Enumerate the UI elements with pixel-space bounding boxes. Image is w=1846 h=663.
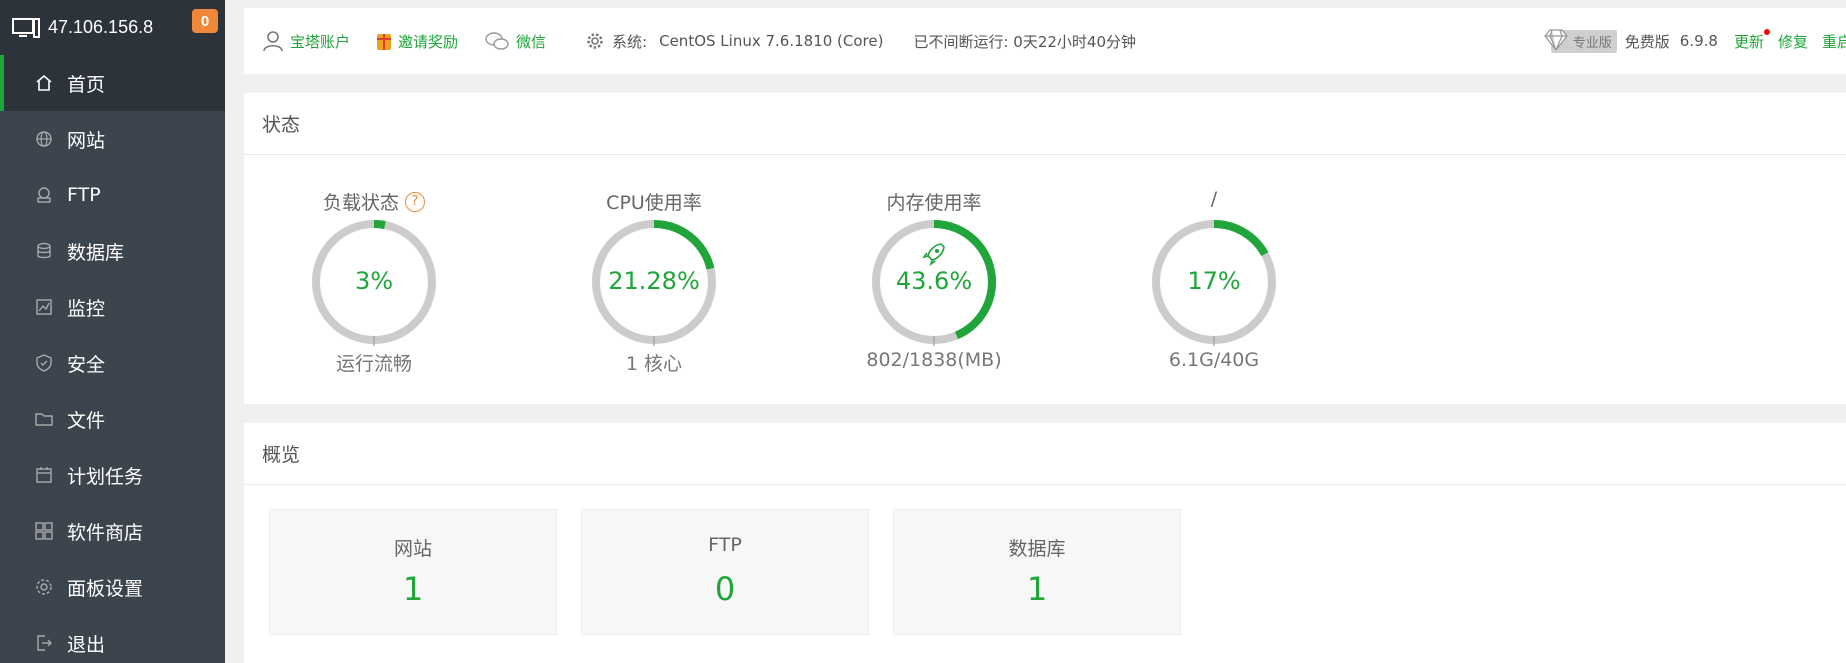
- wechat-link[interactable]: 微信: [484, 31, 546, 52]
- wechat-icon: [485, 32, 509, 50]
- topbar-right: 专业版 免费版 6.9.8 更新 修复 重启: [1543, 8, 1846, 74]
- sidebar: 47.106.156.8 0 首页 网站 FTP 数据库 监控 安全 文件 计划…: [0, 0, 225, 663]
- update-dot: [1763, 28, 1770, 35]
- gauge-title: CPU使用率: [606, 192, 702, 214]
- card-title: 网站: [393, 538, 432, 560]
- system-value: CentOS Linux 7.6.1810 (Core): [659, 32, 884, 50]
- sidebar-item-website[interactable]: 网站: [0, 111, 225, 167]
- user-icon: [263, 31, 283, 52]
- status-panel: 状态 负载状态? 3% 运行流畅 CPU使用率 21.28% 1 核心 内存使用…: [244, 93, 1846, 404]
- card-title: FTP: [708, 534, 742, 556]
- free-edition: 免费版: [1624, 32, 1670, 51]
- gauge-title-text: 负载状态: [322, 192, 399, 214]
- calendar-icon: [34, 465, 54, 485]
- sidebar-item-files[interactable]: 文件: [0, 391, 225, 447]
- sidebar-item-label: 面板设置: [67, 577, 144, 600]
- database-icon: [34, 241, 54, 261]
- card-value: 1: [1026, 570, 1048, 608]
- help-icon[interactable]: ?: [405, 191, 425, 212]
- top-bar: 宝塔账户 邀请奖励 微信 系统: CentOS Linux 7.6.1810 (…: [244, 8, 1846, 74]
- sidebar-item-security[interactable]: 安全: [0, 335, 225, 391]
- shield-icon: [34, 353, 54, 373]
- sidebar-item-monitor[interactable]: 监控: [0, 279, 225, 335]
- sidebar-item-label: 文件: [67, 409, 106, 432]
- gauge-title: 负载状态?: [284, 188, 464, 215]
- gauge-value: 3%: [354, 267, 394, 295]
- card-databases[interactable]: 数据库 1: [893, 509, 1181, 635]
- sidebar-item-logout[interactable]: 退出: [0, 615, 225, 663]
- monitor-icon: [12, 17, 40, 38]
- gear-icon: [587, 33, 603, 49]
- sidebar-item-label: 数据库: [67, 241, 125, 264]
- overview-cards: 网站 1 FTP 0 数据库 1: [244, 485, 1846, 663]
- sidebar-item-label: FTP: [67, 184, 101, 206]
- sidebar-item-ftp[interactable]: FTP: [0, 167, 225, 223]
- gauge-value: 21.28%: [608, 267, 700, 295]
- rocket-icon[interactable]: [844, 241, 1024, 267]
- sidebar-item-label: 首页: [67, 73, 106, 96]
- notification-badge[interactable]: 0: [192, 9, 218, 33]
- diamond-icon: [1543, 28, 1568, 51]
- system-label: 系统:: [612, 32, 648, 51]
- wechat-label: 微信: [516, 32, 547, 51]
- sidebar-item-label: 安全: [67, 353, 106, 376]
- card-websites[interactable]: 网站 1: [269, 509, 557, 635]
- invite-link[interactable]: 邀请奖励: [376, 31, 458, 52]
- pro-edition[interactable]: 专业版: [1543, 28, 1617, 53]
- restart-link[interactable]: 重启: [1822, 31, 1846, 52]
- gauge-subtitle: 运行流畅: [335, 353, 412, 375]
- gauge-subtitle: 802/1838(MB): [866, 349, 1002, 371]
- status-title: 状态: [244, 93, 1846, 155]
- card-title: 数据库: [1008, 538, 1066, 560]
- sidebar-nav: 首页 网站 FTP 数据库 监控 安全 文件 计划任务 软件商店 面板设置 退出: [0, 55, 225, 663]
- uptime: 已不间断运行: 0天22小时40分钟: [913, 32, 1137, 51]
- update-link[interactable]: 更新: [1733, 28, 1770, 52]
- gauges: 负载状态? 3% 运行流畅 CPU使用率 21.28% 1 核心 内存使用率 4…: [244, 155, 1846, 403]
- invite-label: 邀请奖励: [398, 32, 459, 51]
- sidebar-item-label: 软件商店: [67, 521, 144, 544]
- sidebar-item-label: 监控: [67, 297, 106, 320]
- grid-icon: [34, 521, 54, 541]
- home-icon: [34, 73, 54, 93]
- logout-icon: [34, 633, 54, 653]
- card-ftp[interactable]: FTP 0: [581, 509, 869, 635]
- ftp-icon: [34, 185, 54, 205]
- system-info: 系统: CentOS Linux 7.6.1810 (Core): [586, 31, 883, 52]
- account-label: 宝塔账户: [290, 32, 351, 51]
- card-value: 0: [714, 570, 736, 608]
- sidebar-item-home[interactable]: 首页: [0, 55, 225, 111]
- globe-icon: [34, 129, 54, 149]
- overview-panel: 概览 网站 1 FTP 0 数据库 1: [244, 423, 1846, 663]
- server-header: 47.106.156.8 0: [0, 0, 225, 55]
- sidebar-item-cron[interactable]: 计划任务: [0, 447, 225, 503]
- server-ip: 47.106.156.8: [48, 17, 154, 37]
- gear-icon: [34, 577, 54, 597]
- gauge-subtitle: 6.1G/40G: [1168, 349, 1260, 371]
- monitor-chart-icon: [34, 297, 54, 317]
- sidebar-item-label: 计划任务: [67, 465, 144, 488]
- repair-link[interactable]: 修复: [1778, 31, 1808, 52]
- sidebar-item-label: 网站: [67, 129, 106, 152]
- sidebar-item-settings[interactable]: 面板设置: [0, 559, 225, 615]
- sidebar-item-label: 退出: [67, 633, 106, 656]
- gauge-title: /: [1210, 188, 1218, 210]
- sidebar-item-store[interactable]: 软件商店: [0, 503, 225, 559]
- overview-title: 概览: [244, 423, 1846, 485]
- gauge-title: 内存使用率: [886, 192, 982, 214]
- gauge-value: 43.6%: [895, 267, 973, 295]
- folder-icon: [34, 409, 54, 429]
- card-value: 1: [402, 570, 424, 608]
- update-label: 更新: [1733, 32, 1764, 51]
- version: 6.9.8: [1679, 32, 1718, 50]
- sidebar-item-database[interactable]: 数据库: [0, 223, 225, 279]
- gauge-subtitle: 1 核心: [625, 353, 683, 375]
- gift-icon: [377, 34, 392, 50]
- gauge-value: 17%: [1187, 267, 1241, 295]
- account-link[interactable]: 宝塔账户: [262, 30, 350, 52]
